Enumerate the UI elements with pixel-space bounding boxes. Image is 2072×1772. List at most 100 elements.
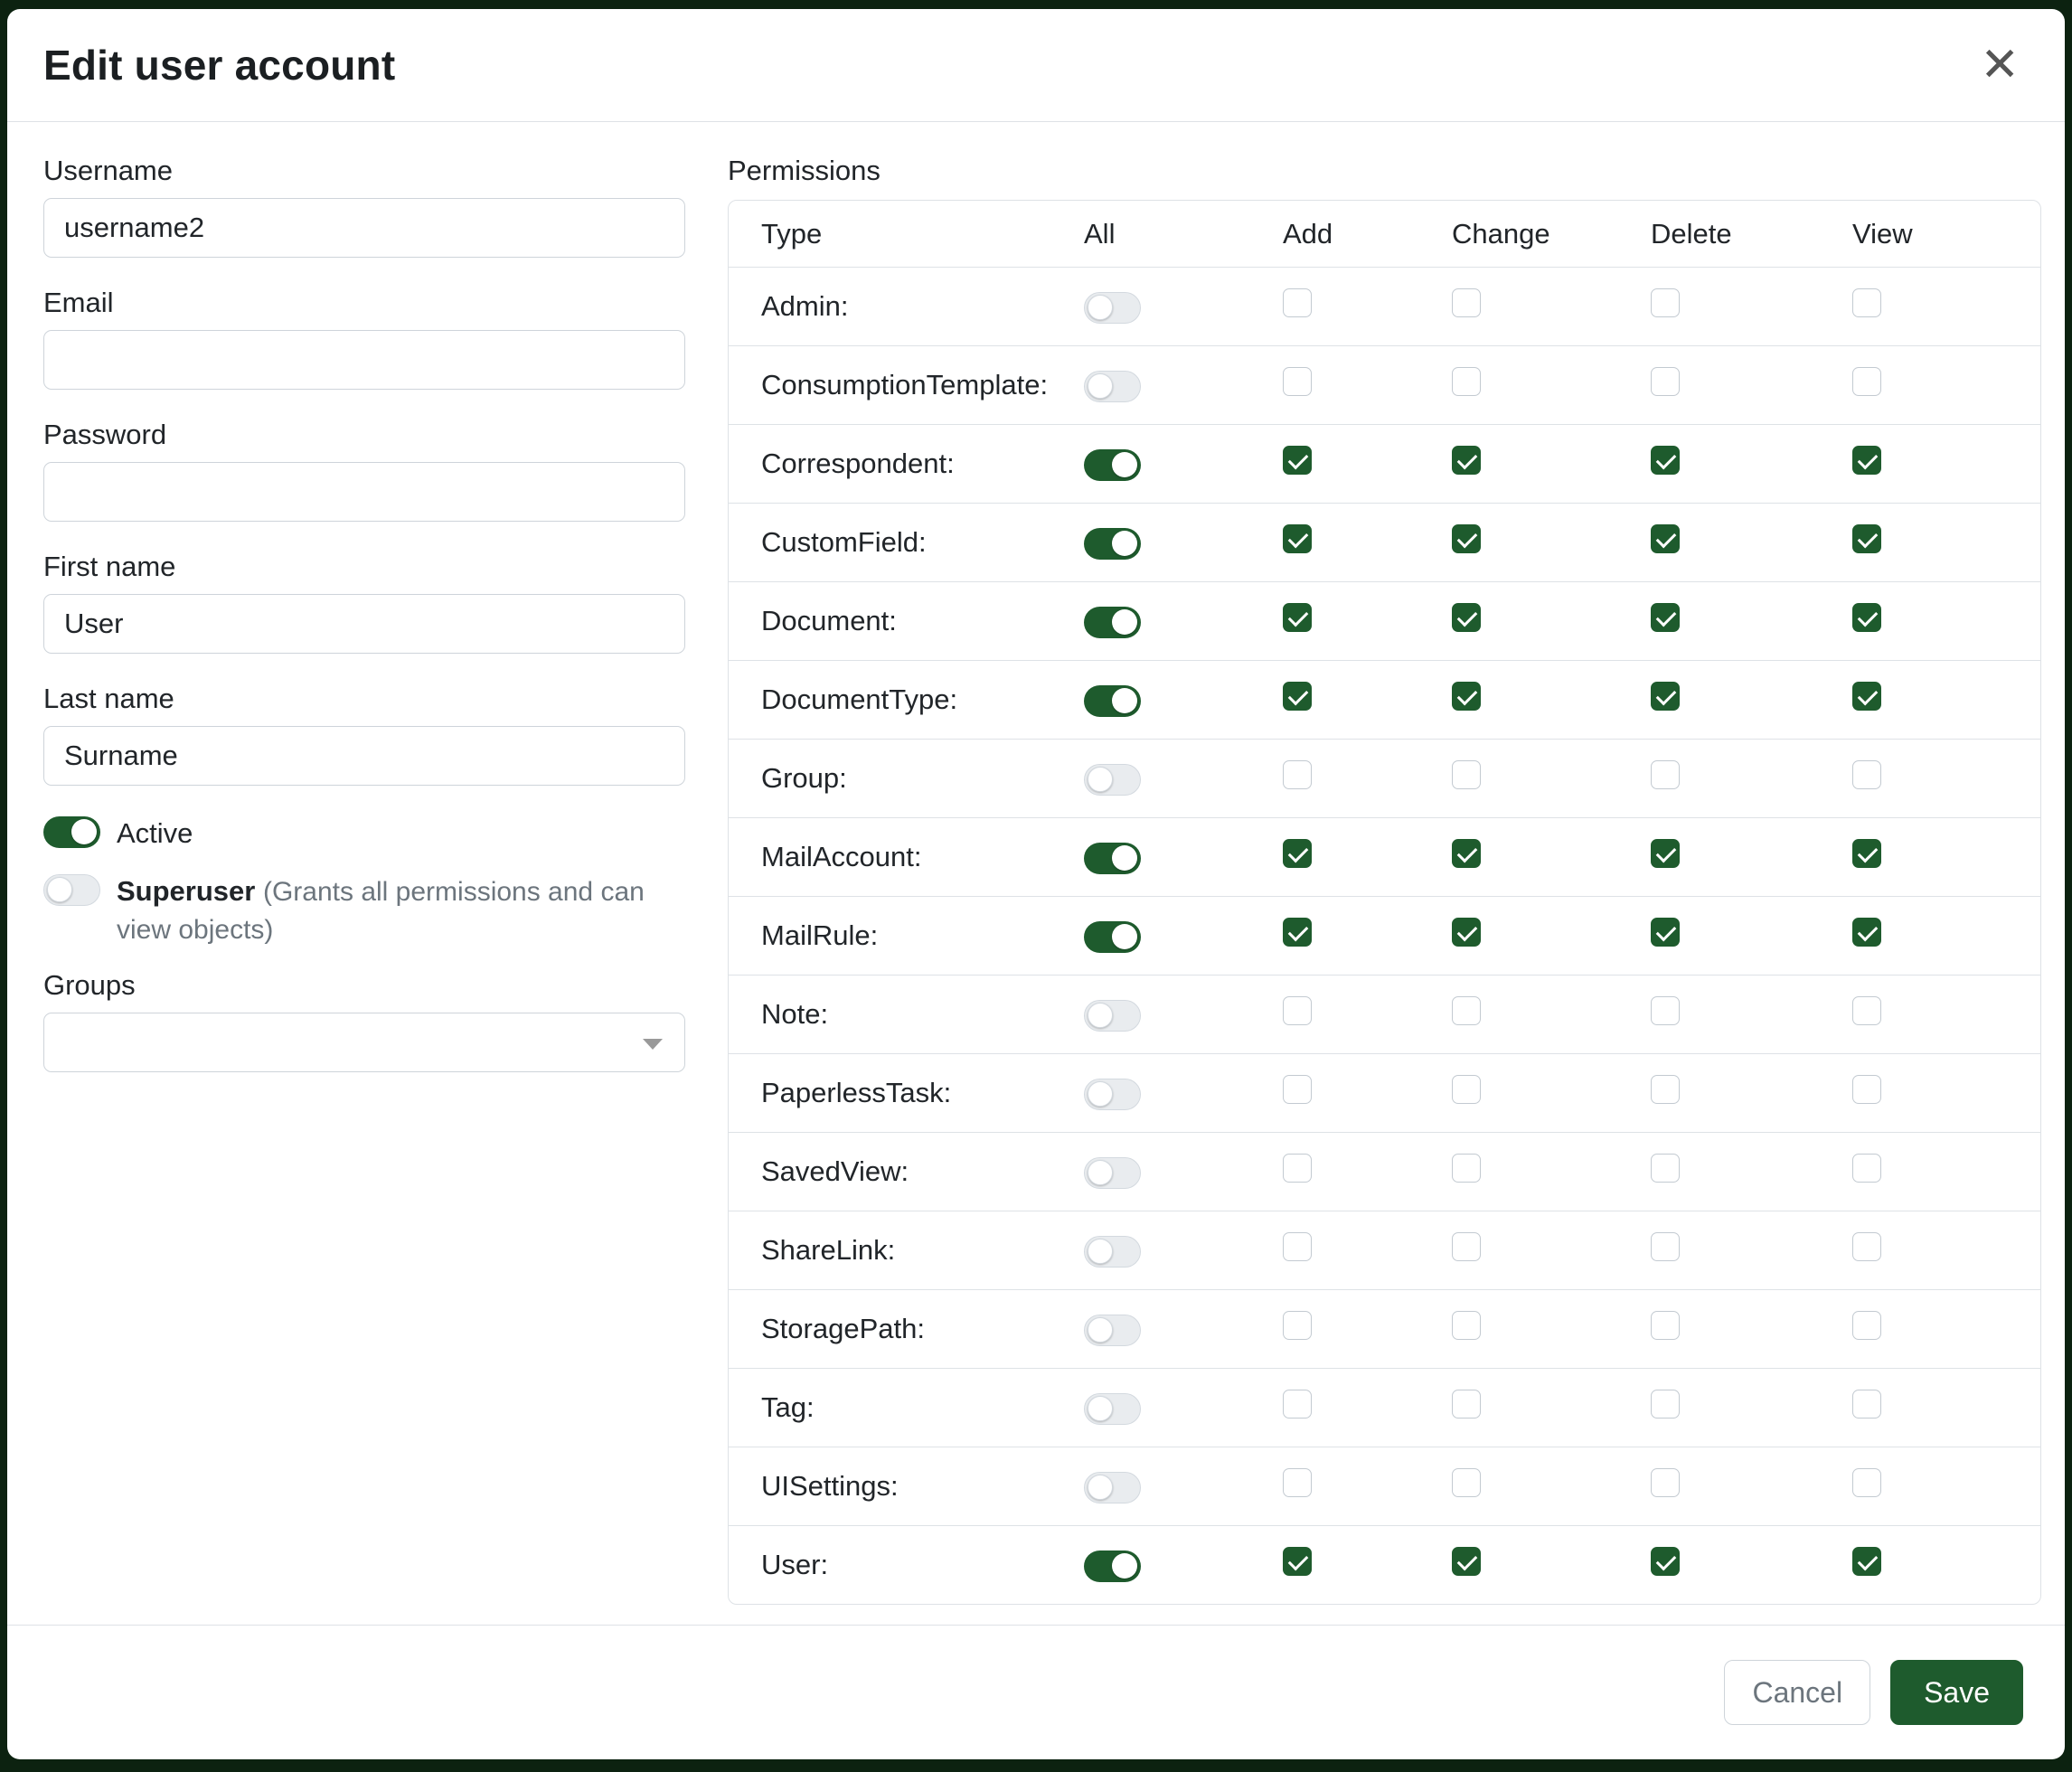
perm-change-checkbox[interactable] — [1452, 367, 1481, 396]
perm-all-cell — [1084, 289, 1283, 323]
perm-add-checkbox[interactable] — [1283, 446, 1312, 475]
perm-all-toggle[interactable] — [1084, 1315, 1141, 1346]
perm-all-toggle[interactable] — [1084, 1236, 1141, 1268]
perm-all-toggle[interactable] — [1084, 921, 1141, 953]
perm-add-checkbox[interactable] — [1283, 839, 1312, 868]
groups-select[interactable] — [43, 1013, 685, 1072]
perm-change-checkbox[interactable] — [1452, 603, 1481, 632]
last-name-field[interactable] — [43, 726, 685, 786]
perm-all-toggle[interactable] — [1084, 607, 1141, 638]
active-toggle[interactable] — [43, 816, 100, 848]
perm-add-checkbox[interactable] — [1283, 1390, 1312, 1419]
perm-delete-checkbox[interactable] — [1651, 918, 1680, 947]
perm-delete-checkbox[interactable] — [1651, 839, 1680, 868]
perm-add-checkbox[interactable] — [1283, 1232, 1312, 1261]
close-icon[interactable]: ✕ — [1971, 36, 2029, 94]
perm-change-checkbox[interactable] — [1452, 1075, 1481, 1104]
perm-all-toggle[interactable] — [1084, 1157, 1141, 1189]
perm-all-toggle[interactable] — [1084, 843, 1141, 874]
save-button[interactable]: Save — [1890, 1660, 2023, 1725]
first-name-field[interactable] — [43, 594, 685, 654]
perm-delete-checkbox[interactable] — [1651, 288, 1680, 317]
perm-view-checkbox[interactable] — [1852, 1075, 1881, 1104]
superuser-toggle[interactable] — [43, 874, 100, 906]
perm-view-checkbox[interactable] — [1852, 1390, 1881, 1419]
perm-delete-checkbox[interactable] — [1651, 1468, 1680, 1497]
perm-change-checkbox[interactable] — [1452, 1154, 1481, 1183]
perm-add-checkbox[interactable] — [1283, 1311, 1312, 1340]
perm-view-checkbox[interactable] — [1852, 603, 1881, 632]
perm-change-cell — [1452, 288, 1651, 325]
perm-all-toggle[interactable] — [1084, 449, 1141, 481]
perm-change-checkbox[interactable] — [1452, 524, 1481, 553]
perm-view-checkbox[interactable] — [1852, 1547, 1881, 1576]
perm-all-toggle[interactable] — [1084, 1000, 1141, 1032]
perm-view-checkbox[interactable] — [1852, 446, 1881, 475]
perm-add-checkbox[interactable] — [1283, 524, 1312, 553]
perm-add-checkbox[interactable] — [1283, 1468, 1312, 1497]
perm-delete-checkbox[interactable] — [1651, 446, 1680, 475]
perm-all-toggle[interactable] — [1084, 1393, 1141, 1425]
perm-view-cell — [1852, 682, 2040, 718]
perm-view-checkbox[interactable] — [1852, 1154, 1881, 1183]
perm-change-checkbox[interactable] — [1452, 1232, 1481, 1261]
perm-view-checkbox[interactable] — [1852, 682, 1881, 711]
perm-view-checkbox[interactable] — [1852, 839, 1881, 868]
perm-add-checkbox[interactable] — [1283, 1075, 1312, 1104]
perm-all-toggle[interactable] — [1084, 1472, 1141, 1503]
perm-change-checkbox[interactable] — [1452, 288, 1481, 317]
perm-add-checkbox[interactable] — [1283, 760, 1312, 789]
perm-all-toggle[interactable] — [1084, 764, 1141, 796]
perm-change-checkbox[interactable] — [1452, 839, 1481, 868]
perm-view-checkbox[interactable] — [1852, 288, 1881, 317]
perm-view-checkbox[interactable] — [1852, 760, 1881, 789]
perm-view-checkbox[interactable] — [1852, 996, 1881, 1025]
perm-delete-checkbox[interactable] — [1651, 1547, 1680, 1576]
perm-delete-checkbox[interactable] — [1651, 1232, 1680, 1261]
perm-change-checkbox[interactable] — [1452, 682, 1481, 711]
perm-all-toggle[interactable] — [1084, 292, 1141, 324]
perm-view-checkbox[interactable] — [1852, 1311, 1881, 1340]
perm-change-checkbox[interactable] — [1452, 446, 1481, 475]
perm-delete-checkbox[interactable] — [1651, 524, 1680, 553]
perm-add-checkbox[interactable] — [1283, 918, 1312, 947]
perm-delete-checkbox[interactable] — [1651, 603, 1680, 632]
perm-add-checkbox[interactable] — [1283, 682, 1312, 711]
perm-all-toggle[interactable] — [1084, 371, 1141, 402]
perm-all-toggle[interactable] — [1084, 1550, 1141, 1582]
perm-add-checkbox[interactable] — [1283, 996, 1312, 1025]
perm-delete-checkbox[interactable] — [1651, 682, 1680, 711]
perm-add-checkbox[interactable] — [1283, 367, 1312, 396]
perm-all-toggle[interactable] — [1084, 685, 1141, 717]
perm-delete-checkbox[interactable] — [1651, 996, 1680, 1025]
username-input[interactable] — [43, 198, 685, 258]
perm-delete-cell — [1651, 682, 1852, 718]
perm-change-checkbox[interactable] — [1452, 1390, 1481, 1419]
perm-change-checkbox[interactable] — [1452, 918, 1481, 947]
cancel-button[interactable]: Cancel — [1724, 1660, 1870, 1725]
perm-delete-checkbox[interactable] — [1651, 1311, 1680, 1340]
perm-add-checkbox[interactable] — [1283, 1154, 1312, 1183]
perm-change-checkbox[interactable] — [1452, 1311, 1481, 1340]
password-field[interactable] — [43, 462, 685, 522]
perm-all-toggle[interactable] — [1084, 1079, 1141, 1110]
perm-delete-checkbox[interactable] — [1651, 760, 1680, 789]
perm-add-checkbox[interactable] — [1283, 288, 1312, 317]
perm-change-checkbox[interactable] — [1452, 1468, 1481, 1497]
perm-view-checkbox[interactable] — [1852, 1468, 1881, 1497]
perm-change-checkbox[interactable] — [1452, 760, 1481, 789]
perm-view-checkbox[interactable] — [1852, 1232, 1881, 1261]
perm-view-checkbox[interactable] — [1852, 524, 1881, 553]
perm-view-checkbox[interactable] — [1852, 918, 1881, 947]
perm-all-toggle[interactable] — [1084, 528, 1141, 560]
perm-change-checkbox[interactable] — [1452, 1547, 1481, 1576]
perm-delete-checkbox[interactable] — [1651, 1390, 1680, 1419]
perm-delete-checkbox[interactable] — [1651, 367, 1680, 396]
email-field[interactable] — [43, 330, 685, 390]
perm-delete-checkbox[interactable] — [1651, 1075, 1680, 1104]
perm-view-checkbox[interactable] — [1852, 367, 1881, 396]
perm-change-checkbox[interactable] — [1452, 996, 1481, 1025]
perm-add-checkbox[interactable] — [1283, 1547, 1312, 1576]
perm-add-checkbox[interactable] — [1283, 603, 1312, 632]
perm-delete-checkbox[interactable] — [1651, 1154, 1680, 1183]
